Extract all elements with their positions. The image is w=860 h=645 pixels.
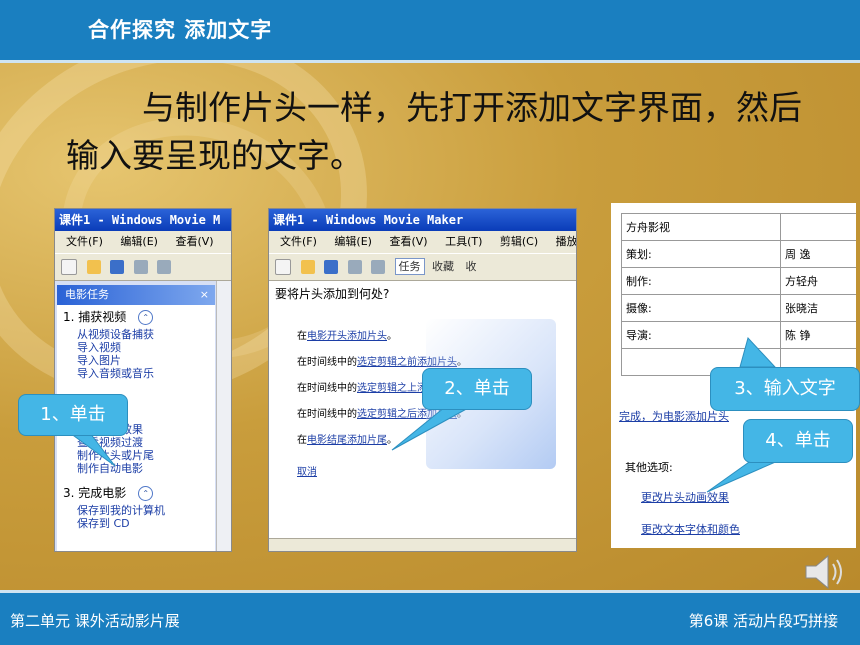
- cancel-link[interactable]: 取消: [297, 467, 317, 478]
- status-bar: [269, 538, 576, 551]
- redo-icon[interactable]: [157, 260, 171, 274]
- other-options-label: 其他选项:: [625, 461, 673, 474]
- row-text: 在时间线中的: [297, 357, 357, 368]
- collection-label: 收: [465, 260, 477, 273]
- done-link[interactable]: 完成，为电影添加片头: [619, 408, 729, 424]
- task-link[interactable]: 导入视频: [57, 341, 215, 354]
- menu-edit[interactable]: 编辑(E): [334, 235, 372, 248]
- scrollbar[interactable]: [216, 281, 231, 551]
- save-icon[interactable]: [324, 260, 338, 274]
- speaker-icon[interactable]: [800, 548, 848, 596]
- movie-tasks-header: 电影任务 ×: [57, 285, 215, 305]
- new-icon[interactable]: [61, 259, 77, 275]
- row-text: 。: [387, 331, 397, 342]
- instruction-text: 与制作片头一样，先打开添加文字界面，然后输入要呈现的文字。: [66, 88, 802, 175]
- movie-tasks-title: 电影任务: [65, 288, 109, 301]
- tasks-button[interactable]: 任务: [394, 258, 425, 275]
- row-text: 在: [297, 331, 307, 342]
- row-text: 。: [387, 435, 397, 446]
- undo-icon[interactable]: [347, 260, 362, 274]
- footer-divider: [0, 590, 860, 593]
- credit-value[interactable]: 张晓洁: [780, 294, 856, 322]
- task-link[interactable]: 保存到 CD: [57, 517, 215, 530]
- change-font-link[interactable]: 更改文本字体和颜色: [641, 521, 740, 537]
- collections-button[interactable]: 收藏: [432, 260, 454, 273]
- menu-view[interactable]: 查看(V): [389, 235, 427, 248]
- footer-unit: 第二单元 课外活动影片展: [10, 612, 180, 630]
- row-text: 在时间线中的: [297, 383, 357, 394]
- menu-tools[interactable]: 工: [231, 235, 232, 248]
- menu-file[interactable]: 文件(F): [66, 235, 103, 248]
- credit-value[interactable]: [780, 213, 856, 241]
- credit-value[interactable]: 方轻舟: [780, 267, 856, 295]
- credit-value[interactable]: 陈 铮: [780, 321, 856, 349]
- chevron-up-icon[interactable]: ⌃: [138, 310, 154, 325]
- change-animation-link[interactable]: 更改片头动画效果: [641, 489, 729, 505]
- task-section-finish[interactable]: 3. 完成电影 ⌃: [57, 481, 215, 504]
- menu-clip[interactable]: 剪辑(C): [500, 235, 538, 248]
- credit-heading[interactable]: 方舟影视: [621, 213, 781, 241]
- task-link[interactable]: 导入音频或音乐: [57, 367, 215, 380]
- task-link[interactable]: 从视频设备捕获: [57, 328, 215, 341]
- menu-bar: 文件(F) 编辑(E) 查看(V) 工具(T) 剪辑(C) 播放(: [269, 231, 576, 253]
- task-link[interactable]: 制作自动电影: [57, 462, 215, 475]
- open-icon[interactable]: [86, 260, 101, 274]
- task-link[interactable]: 查看视频过渡: [57, 436, 215, 449]
- row-text: 在时间线中的: [297, 409, 357, 420]
- undo-icon[interactable]: [133, 260, 148, 274]
- section-label: 3. 完成电影: [63, 486, 127, 500]
- chevron-up-icon[interactable]: ⌃: [138, 486, 154, 501]
- tasks-label: 任务: [398, 260, 421, 273]
- menu-view[interactable]: 查看(V): [175, 235, 213, 248]
- task-link[interactable]: 导入图片: [57, 354, 215, 367]
- credit-role[interactable]: 制作:: [621, 267, 781, 295]
- header-divider: [0, 60, 860, 63]
- credit-role[interactable]: 摄像:: [621, 294, 781, 322]
- menu-bar: 文件(F) 编辑(E) 查看(V) 工: [55, 231, 231, 253]
- credit-role[interactable]: 导演:: [621, 321, 781, 349]
- footer-lesson: 第6课 活动片段巧拼接: [688, 612, 838, 630]
- open-icon[interactable]: [300, 260, 315, 274]
- credit-value[interactable]: 周 逸: [780, 240, 856, 268]
- menu-file[interactable]: 文件(F): [280, 235, 317, 248]
- callout-step-3: 3、输入文字: [710, 367, 860, 411]
- close-icon[interactable]: ×: [200, 285, 209, 305]
- redo-icon[interactable]: [371, 260, 385, 274]
- credit-role[interactable]: 策划:: [621, 240, 781, 268]
- window-title: 课件1 - Windows Movie M: [55, 209, 231, 231]
- menu-play[interactable]: 播放(: [556, 235, 576, 248]
- collection-button[interactable]: 收: [466, 260, 477, 273]
- menu-tools[interactable]: 工具(T): [445, 235, 482, 248]
- collections-label: 收藏: [432, 260, 454, 273]
- task-link[interactable]: 保存到我的计算机: [57, 504, 215, 517]
- credits-table: 方舟影视 策划: 周 逸 制作: 方轻舟 摄像: 张晓洁 导演: 陈 铮: [621, 213, 856, 376]
- row-text: 在: [297, 435, 307, 446]
- toolbar: [55, 253, 231, 281]
- task-link-make-titles[interactable]: 制作片头或片尾: [57, 449, 215, 462]
- window-title: 课件1 - Windows Movie Maker: [269, 209, 576, 231]
- toolbar: 任务 收藏 收: [269, 253, 576, 281]
- screenshot-task-panel: 课件1 - Windows Movie M 文件(F) 编辑(E) 查看(V) …: [54, 208, 232, 552]
- task-section-capture[interactable]: 1. 捕获视频 ⌃: [57, 305, 215, 328]
- question-text: 要将片头添加到何处?: [275, 287, 390, 301]
- section-label: 1. 捕获视频: [63, 310, 127, 324]
- save-icon[interactable]: [110, 260, 124, 274]
- option-link[interactable]: 电影开头添加片头: [307, 331, 387, 342]
- option-link-ending[interactable]: 电影结尾添加片尾: [307, 435, 387, 446]
- callout-step-1: 1、单击: [18, 394, 128, 436]
- callout-step-2: 2、单击: [422, 368, 532, 410]
- menu-edit[interactable]: 编辑(E): [120, 235, 158, 248]
- callout-step-4: 4、单击: [743, 419, 853, 463]
- page-title: 合作探究 添加文字: [88, 18, 273, 42]
- new-icon[interactable]: [275, 259, 291, 275]
